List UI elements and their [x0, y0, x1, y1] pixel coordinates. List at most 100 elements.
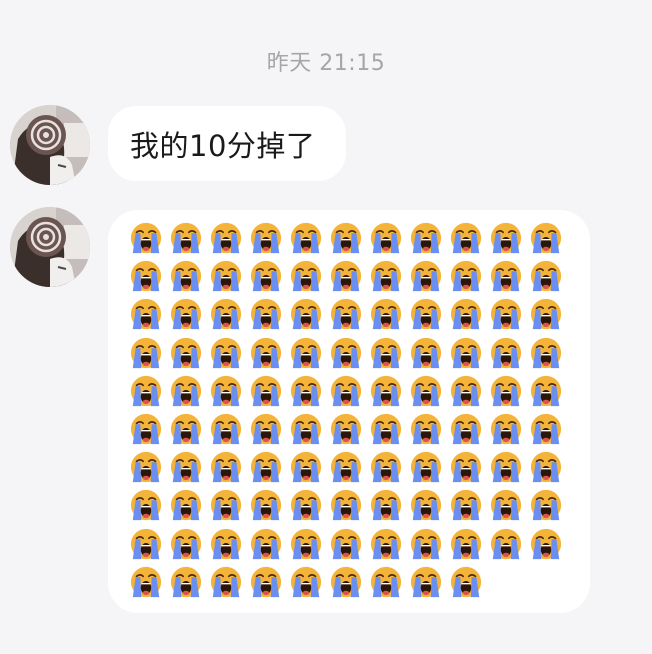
- emoji: [406, 220, 446, 256]
- emoji-row: [126, 449, 576, 487]
- sender-avatar[interactable]: [10, 207, 90, 287]
- loudly-crying-face-icon: [210, 490, 242, 521]
- emoji: [326, 411, 366, 447]
- loudly-crying-face-icon: [370, 528, 402, 559]
- emoji: [246, 449, 286, 485]
- emoji: [246, 411, 286, 447]
- emoji-row: [126, 220, 576, 258]
- loudly-crying-face-icon: [490, 413, 522, 445]
- emoji: [206, 296, 246, 332]
- emoji-row: [126, 335, 576, 373]
- emoji-row: [126, 373, 576, 411]
- emoji-message-bubble[interactable]: [108, 210, 590, 613]
- loudly-crying-face-icon: [490, 375, 522, 406]
- loudly-crying-face-icon: [450, 490, 482, 521]
- emoji: [486, 449, 526, 485]
- loudly-crying-face-icon: [210, 337, 242, 368]
- loudly-crying-face-icon: [530, 299, 562, 330]
- emoji: [286, 220, 326, 256]
- loudly-crying-face-icon: [450, 299, 482, 330]
- loudly-crying-face-icon: [490, 299, 522, 330]
- loudly-crying-face-icon: [290, 490, 322, 521]
- loudly-crying-face-icon: [330, 261, 362, 292]
- emoji: [246, 487, 286, 523]
- loudly-crying-face-icon: [170, 222, 202, 254]
- emoji: [326, 526, 366, 562]
- loudly-crying-face-icon: [330, 375, 362, 406]
- emoji: [486, 220, 526, 256]
- emoji: [526, 373, 566, 409]
- sender-avatar[interactable]: [10, 105, 90, 185]
- loudly-crying-face-icon: [530, 528, 562, 559]
- loudly-crying-face-icon: [290, 375, 322, 406]
- emoji: [526, 487, 566, 523]
- emoji-grid: [126, 220, 576, 602]
- emoji: [326, 487, 366, 523]
- loudly-crying-face-icon: [370, 490, 402, 521]
- emoji: [326, 220, 366, 256]
- loudly-crying-face-icon: [450, 452, 482, 483]
- loudly-crying-face-icon: [330, 413, 362, 445]
- emoji: [406, 526, 446, 562]
- loudly-crying-face-icon: [210, 528, 242, 559]
- loudly-crying-face-icon: [130, 528, 162, 559]
- loudly-crying-face-icon: [250, 261, 282, 292]
- loudly-crying-face-icon: [410, 566, 442, 597]
- loudly-crying-face-icon: [370, 337, 402, 368]
- emoji: [126, 258, 166, 294]
- emoji: [286, 373, 326, 409]
- emoji: [366, 564, 406, 600]
- loudly-crying-face-icon: [210, 299, 242, 330]
- emoji: [166, 296, 206, 332]
- loudly-crying-face-icon: [410, 490, 442, 521]
- loudly-crying-face-icon: [290, 299, 322, 330]
- loudly-crying-face-icon: [410, 375, 442, 406]
- emoji: [366, 449, 406, 485]
- loudly-crying-face-icon: [410, 222, 442, 254]
- loudly-crying-face-icon: [450, 528, 482, 559]
- loudly-crying-face-icon: [530, 413, 562, 445]
- emoji: [486, 258, 526, 294]
- loudly-crying-face-icon: [130, 299, 162, 330]
- emoji: [446, 411, 486, 447]
- emoji: [446, 296, 486, 332]
- loudly-crying-face-icon: [170, 528, 202, 559]
- loudly-crying-face-icon: [130, 490, 162, 521]
- emoji: [166, 220, 206, 256]
- loudly-crying-face-icon: [370, 299, 402, 330]
- loudly-crying-face-icon: [290, 337, 322, 368]
- loudly-crying-face-icon: [330, 566, 362, 597]
- emoji: [166, 526, 206, 562]
- loudly-crying-face-icon: [170, 299, 202, 330]
- emoji: [206, 526, 246, 562]
- emoji: [286, 296, 326, 332]
- loudly-crying-face-icon: [450, 413, 482, 445]
- emoji: [166, 411, 206, 447]
- emoji: [526, 411, 566, 447]
- emoji: [446, 449, 486, 485]
- loudly-crying-face-icon: [130, 261, 162, 292]
- emoji: [526, 335, 566, 371]
- loudly-crying-face-icon: [170, 413, 202, 445]
- emoji: [486, 296, 526, 332]
- loudly-crying-face-icon: [490, 452, 522, 483]
- loudly-crying-face-icon: [530, 490, 562, 521]
- loudly-crying-face-icon: [410, 413, 442, 445]
- emoji: [126, 335, 166, 371]
- emoji: [286, 449, 326, 485]
- emoji: [246, 296, 286, 332]
- emoji: [366, 373, 406, 409]
- loudly-crying-face-icon: [290, 452, 322, 483]
- emoji: [366, 411, 406, 447]
- emoji: [526, 449, 566, 485]
- loudly-crying-face-icon: [210, 375, 242, 406]
- emoji: [446, 335, 486, 371]
- emoji: [326, 335, 366, 371]
- emoji-row: [126, 258, 576, 296]
- emoji: [486, 373, 526, 409]
- text-message-bubble[interactable]: 我的10分掉了: [108, 106, 346, 181]
- emoji: [366, 526, 406, 562]
- emoji: [126, 564, 166, 600]
- emoji-row: [126, 296, 576, 334]
- loudly-crying-face-icon: [530, 337, 562, 368]
